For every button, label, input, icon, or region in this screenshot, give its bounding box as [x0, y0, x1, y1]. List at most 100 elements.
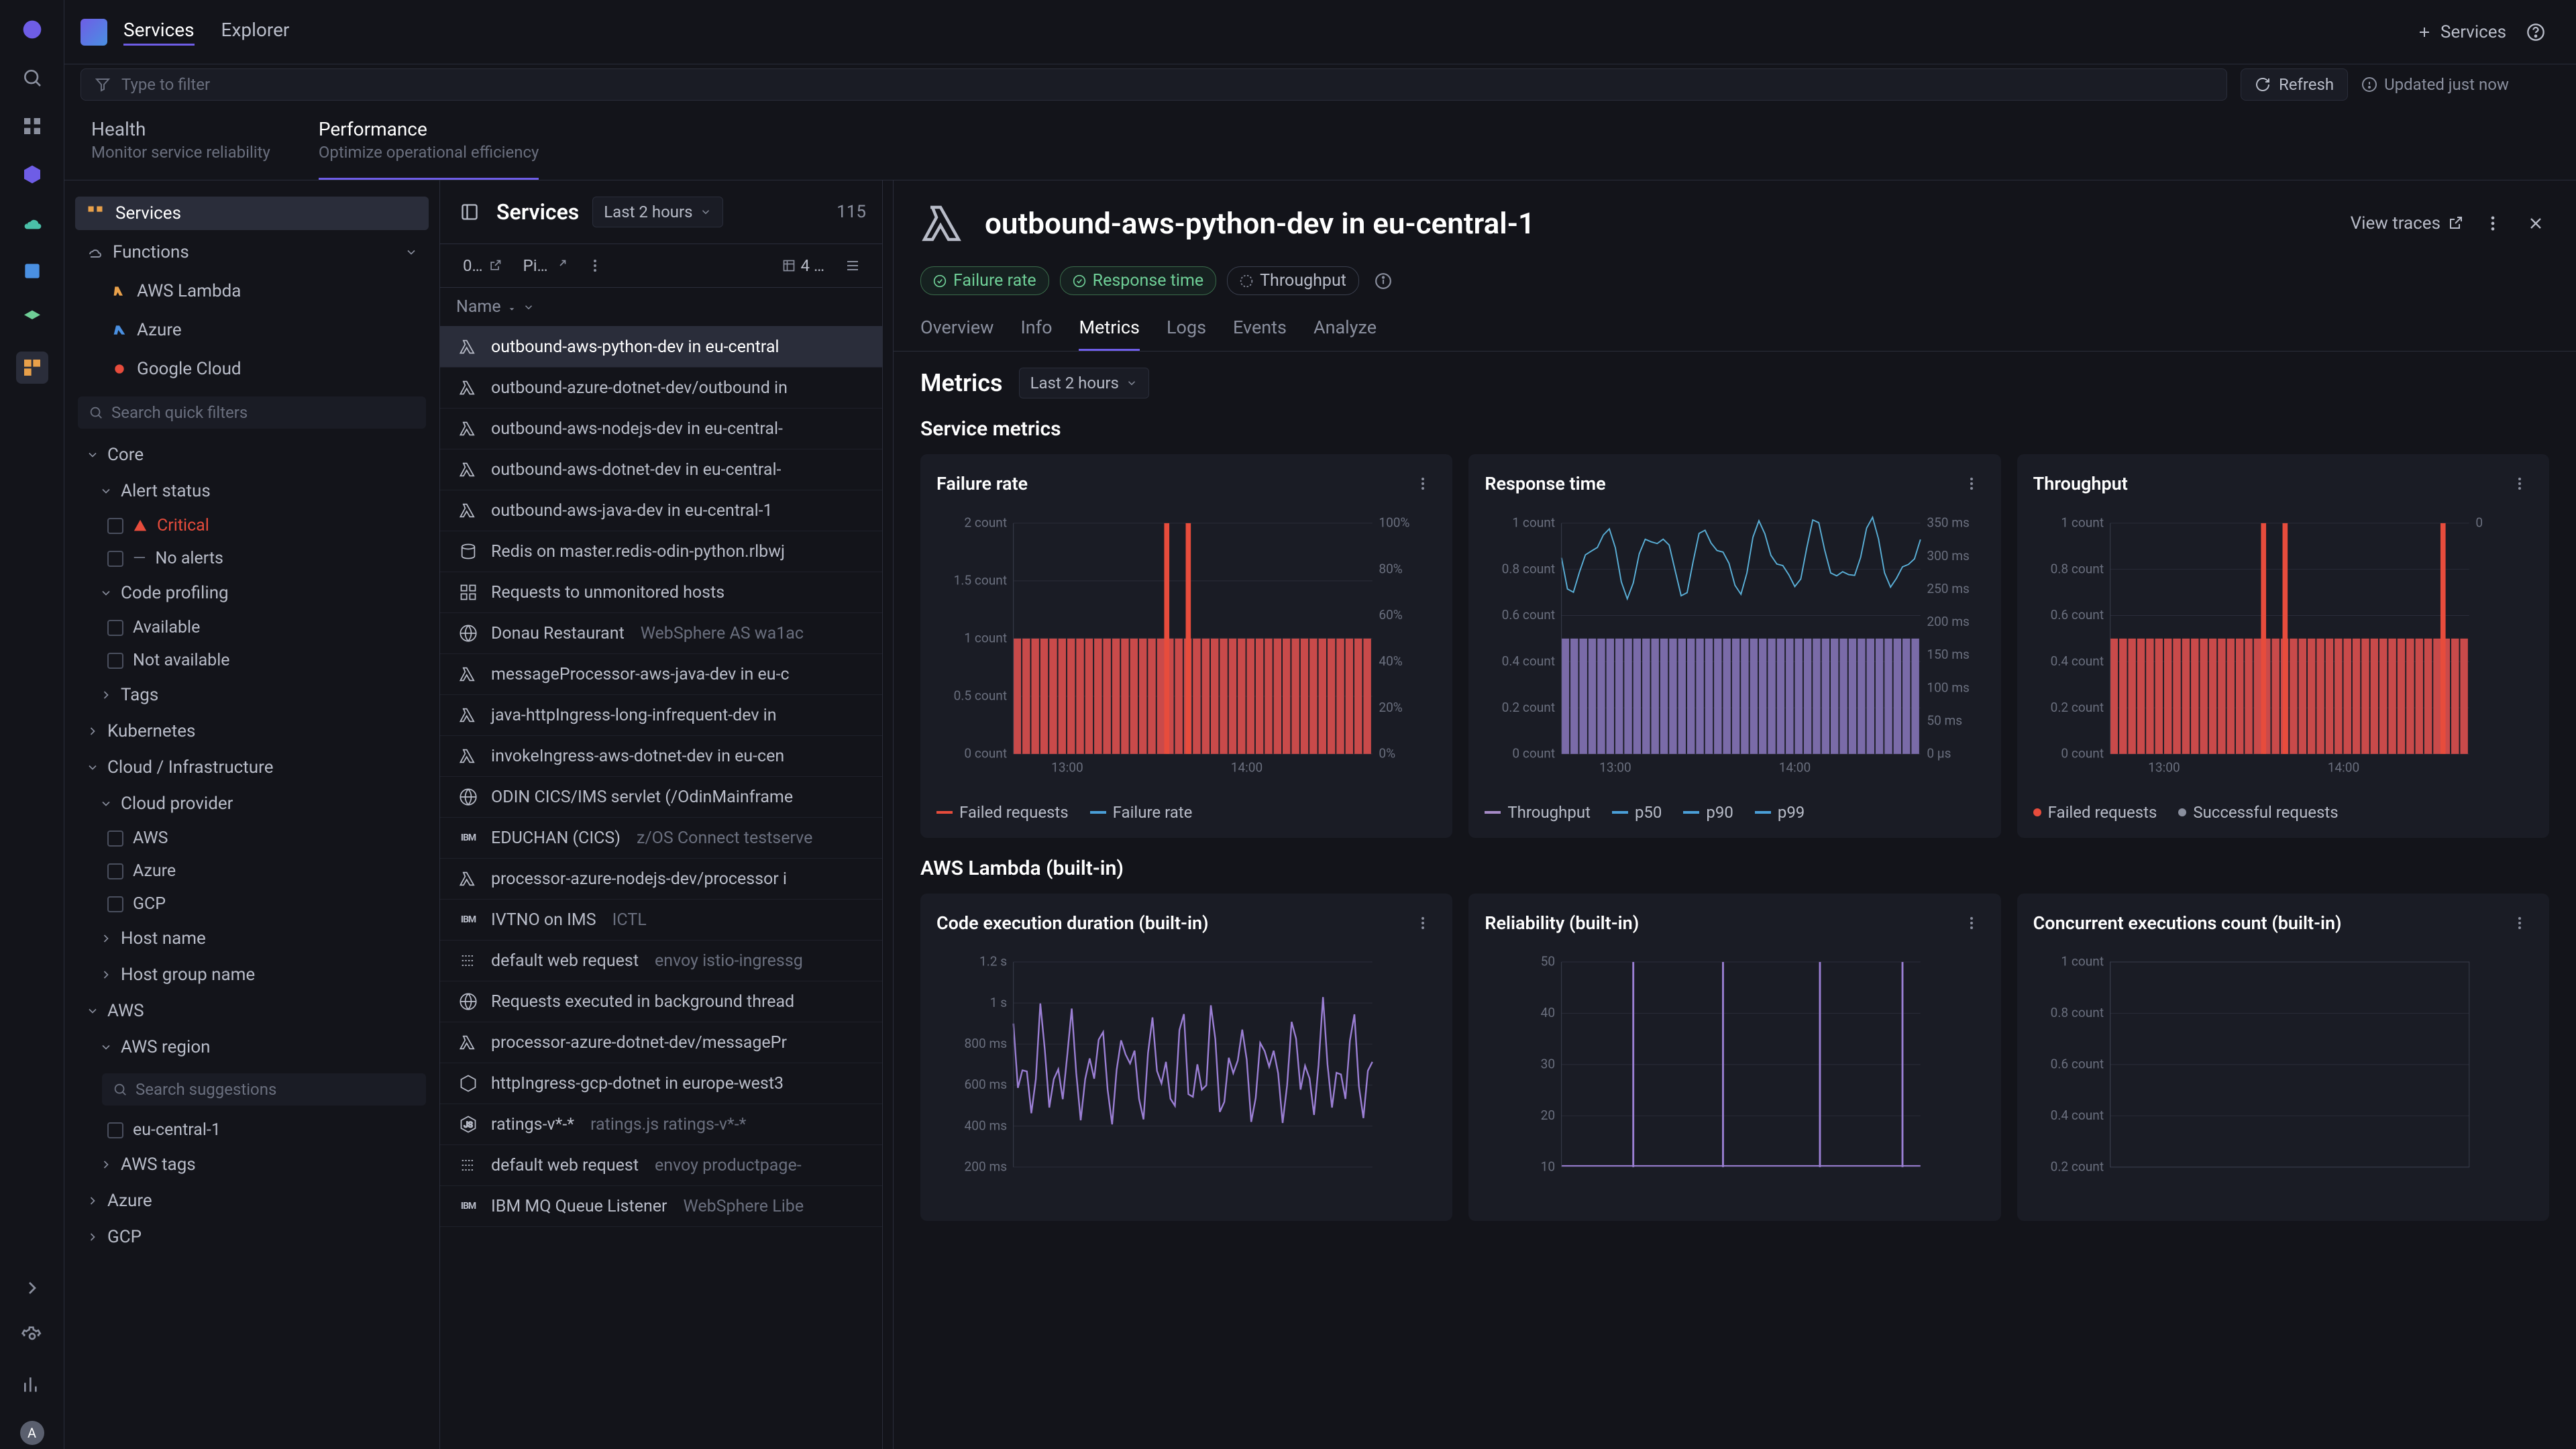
service-row[interactable]: outbound-azure-dotnet-dev/outbound in — [440, 368, 882, 409]
checkbox[interactable] — [107, 653, 123, 669]
help-icon[interactable] — [2522, 19, 2549, 46]
group-aws[interactable]: AWS — [75, 996, 429, 1026]
group-core[interactable]: Core — [75, 439, 429, 470]
timerange-dropdown[interactable]: Last 2 hours — [592, 197, 722, 227]
rail-avatar[interactable]: A — [16, 1417, 48, 1449]
more-options-icon[interactable] — [2479, 210, 2506, 237]
add-services-button[interactable]: Services — [2416, 22, 2506, 42]
checkbox[interactable] — [107, 518, 123, 534]
info-icon[interactable] — [1370, 268, 1397, 294]
group-tags[interactable]: Tags — [75, 680, 429, 710]
rail-settings-icon[interactable] — [16, 1320, 48, 1352]
group-cloud-infra[interactable]: Cloud / Infrastructure — [75, 752, 429, 783]
tab-performance[interactable]: Performance Optimize operational efficie… — [319, 118, 539, 180]
card-more-icon[interactable] — [2506, 910, 2533, 936]
check-aws[interactable]: AWS — [75, 824, 429, 852]
detail-tab-info[interactable]: Info — [1020, 306, 1052, 351]
column-header-name[interactable]: Name — [440, 288, 882, 327]
card-more-icon[interactable] — [1958, 910, 1985, 936]
group-aws-region[interactable]: AWS region — [75, 1032, 429, 1063]
filter-input[interactable]: Type to filter — [80, 68, 2227, 101]
tool-pin[interactable]: Pi… — [517, 252, 574, 279]
service-row[interactable]: httpIngress-gcp-dotnet in europe-west3 — [440, 1063, 882, 1104]
sidebar-item-azure[interactable]: Azure — [75, 313, 429, 347]
more-icon[interactable] — [582, 252, 608, 279]
rail-cloud-icon[interactable] — [16, 207, 48, 239]
refresh-button[interactable]: Refresh — [2241, 68, 2348, 101]
check-available[interactable]: Available — [75, 614, 429, 641]
service-row[interactable]: outbound-aws-dotnet-dev in eu-central- — [440, 449, 882, 490]
service-row[interactable]: processor-azure-dotnet-dev/messagePr — [440, 1022, 882, 1063]
chip-throughput[interactable]: Throughput — [1227, 266, 1359, 295]
chart-area[interactable]: 5040302010 — [1485, 950, 1984, 1205]
view-traces-button[interactable]: View traces — [2351, 213, 2463, 233]
sidebar-item-aws-lambda[interactable]: AWS Lambda — [75, 274, 429, 308]
group-host-name[interactable]: Host name — [75, 923, 429, 954]
group-aws-tags[interactable]: AWS tags — [75, 1149, 429, 1180]
detail-tab-events[interactable]: Events — [1233, 306, 1287, 351]
chip-failure-rate[interactable]: Failure rate — [920, 266, 1049, 295]
search-suggestions[interactable]: Search suggestions — [102, 1073, 426, 1106]
detail-tab-metrics[interactable]: Metrics — [1079, 306, 1140, 351]
checkbox[interactable] — [107, 620, 123, 636]
card-more-icon[interactable] — [1958, 470, 1985, 497]
card-more-icon[interactable] — [2506, 470, 2533, 497]
sidebar-item-gcloud[interactable]: Google Cloud — [75, 352, 429, 386]
checkbox[interactable] — [107, 863, 123, 879]
check-gcp[interactable]: GCP — [75, 890, 429, 918]
service-row[interactable]: Requests executed in background thread — [440, 981, 882, 1022]
service-row[interactable]: JSratings-v*-*ratings.js ratings-v*-* — [440, 1104, 882, 1145]
chart-area[interactable]: 1.2 s1 s800 ms600 ms400 ms200 ms — [936, 950, 1436, 1205]
rail-search-icon[interactable] — [16, 62, 48, 94]
service-row[interactable]: default web requestenvoy productpage- — [440, 1145, 882, 1186]
check-eu-central[interactable]: eu-central-1 — [75, 1116, 429, 1144]
checkbox[interactable] — [107, 551, 123, 567]
service-row[interactable]: IBMIVTNO on IMSICTL — [440, 900, 882, 941]
chart-area[interactable]: 1 count0.8 count0.6 count0.4 count0.2 co… — [2033, 511, 2533, 792]
service-row[interactable]: IBMIBM MQ Queue ListenerWebSphere Libe — [440, 1186, 882, 1227]
tab-health[interactable]: Health Monitor service reliability — [91, 118, 270, 180]
collapse-sidebar-button[interactable] — [456, 199, 483, 225]
group-gcp[interactable]: GCP — [75, 1222, 429, 1252]
rail-expand-icon[interactable] — [16, 1272, 48, 1304]
group-host-group[interactable]: Host group name — [75, 959, 429, 990]
rail-chart-icon[interactable] — [16, 1368, 48, 1401]
check-critical[interactable]: Critical — [75, 512, 429, 539]
sidebar-item-functions[interactable]: Functions — [75, 235, 429, 269]
service-row[interactable]: invokeIngress-aws-dotnet-dev in eu-cen — [440, 736, 882, 777]
sidebar-item-services[interactable]: Services — [75, 197, 429, 230]
service-row[interactable]: ODIN CICS/IMS servlet (/OdinMainframe — [440, 777, 882, 818]
topbar-tab-explorer[interactable]: Explorer — [221, 19, 290, 46]
topbar-tab-services[interactable]: Services — [123, 19, 195, 46]
service-row[interactable]: outbound-aws-nodejs-dev in eu-central- — [440, 409, 882, 449]
service-row[interactable]: Redis on master.redis-odin-python.rlbwj — [440, 531, 882, 572]
card-more-icon[interactable] — [1409, 910, 1436, 936]
checkbox[interactable] — [107, 1122, 123, 1138]
tool-open[interactable]: 0… — [456, 252, 508, 279]
rail-apps-icon[interactable] — [16, 110, 48, 142]
metrics-timerange-dropdown[interactable]: Last 2 hours — [1019, 368, 1149, 398]
checkbox[interactable] — [107, 896, 123, 912]
group-alert-status[interactable]: Alert status — [75, 476, 429, 506]
settings-icon[interactable] — [839, 252, 866, 279]
service-row[interactable]: IBMEDUCHAN (CICS)z/OS Connect testserve — [440, 818, 882, 859]
card-more-icon[interactable] — [1409, 470, 1436, 497]
check-not-available[interactable]: Not available — [75, 647, 429, 674]
service-row[interactable]: messageProcessor-aws-java-dev in eu-c — [440, 654, 882, 695]
chart-area[interactable]: 1 count0.8 count0.6 count0.4 count0.2 co… — [2033, 950, 2533, 1205]
rail-box-icon[interactable] — [16, 158, 48, 191]
checkbox[interactable] — [107, 830, 123, 847]
close-icon[interactable] — [2522, 210, 2549, 237]
rail-services-icon[interactable] — [16, 352, 48, 384]
chart-area[interactable]: 2 count1.5 count1 count0.5 count0 count1… — [936, 511, 1436, 792]
detail-tab-overview[interactable]: Overview — [920, 306, 994, 351]
service-row[interactable]: java-httpIngress-long-infrequent-dev in — [440, 695, 882, 736]
rail-logo[interactable] — [16, 13, 48, 46]
service-row[interactable]: outbound-aws-java-dev in eu-central-1 — [440, 490, 882, 531]
group-cloud-provider[interactable]: Cloud provider — [75, 788, 429, 819]
service-row[interactable]: processor-azure-nodejs-dev/processor i — [440, 859, 882, 900]
chip-response-time[interactable]: Response time — [1060, 266, 1216, 295]
tool-columns[interactable]: 4 … — [775, 252, 832, 279]
check-no-alerts[interactable]: —No alerts — [75, 545, 429, 572]
service-row[interactable]: Requests to unmonitored hosts — [440, 572, 882, 613]
